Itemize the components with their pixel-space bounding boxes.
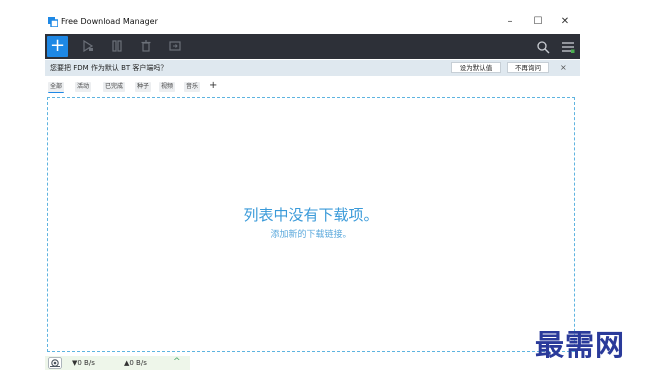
toolbar (45, 34, 580, 59)
move-folder-icon[interactable] (169, 40, 181, 52)
status-bar (45, 356, 190, 370)
set-default-button[interactable]: 设为默认值 (451, 62, 501, 73)
download-speed: ▼0 B/s (72, 359, 95, 367)
upload-speed: ▲0 B/s (124, 359, 147, 367)
filter-tab-torrents[interactable]: 种子 (135, 82, 152, 92)
notification-close-button[interactable]: × (560, 62, 567, 73)
dont-ask-again-button[interactable]: 不再询问 (507, 62, 549, 73)
filter-tab-video[interactable]: 视频 (159, 82, 176, 92)
empty-list-title: 列表中没有下载项。 (243, 206, 379, 224)
notification-text: 您要把 FDM 作为默认 BT 客户端吗？ (50, 64, 168, 72)
chevron-up-icon[interactable]: ^ (173, 357, 181, 367)
filter-tab-active[interactable]: 活动 (75, 82, 92, 92)
filter-tab-completed[interactable]: 已完成 (103, 82, 126, 92)
close-button[interactable]: ✕ (557, 15, 573, 29)
delete-icon[interactable] (140, 40, 152, 52)
window-title: Free Download Manager (61, 17, 158, 26)
add-filter-button[interactable]: + (209, 80, 217, 92)
menu-icon[interactable] (561, 40, 575, 54)
fdm-logo-icon (48, 17, 58, 27)
filter-tab-all[interactable]: 全部 (48, 82, 65, 93)
snail-mode-icon[interactable] (48, 357, 62, 369)
watermark: 最需网 (535, 328, 626, 362)
maximize-button[interactable]: ☐ (530, 15, 546, 29)
filter-tab-music[interactable]: 音乐 (184, 82, 201, 92)
pause-icon[interactable] (111, 40, 123, 52)
search-icon[interactable] (536, 40, 550, 54)
minimize-button[interactable]: – (502, 15, 518, 29)
resume-icon[interactable] (82, 40, 94, 52)
empty-list-add-link[interactable]: 添加新的下载链接。 (47, 229, 575, 242)
add-download-button[interactable]: + (47, 36, 68, 57)
